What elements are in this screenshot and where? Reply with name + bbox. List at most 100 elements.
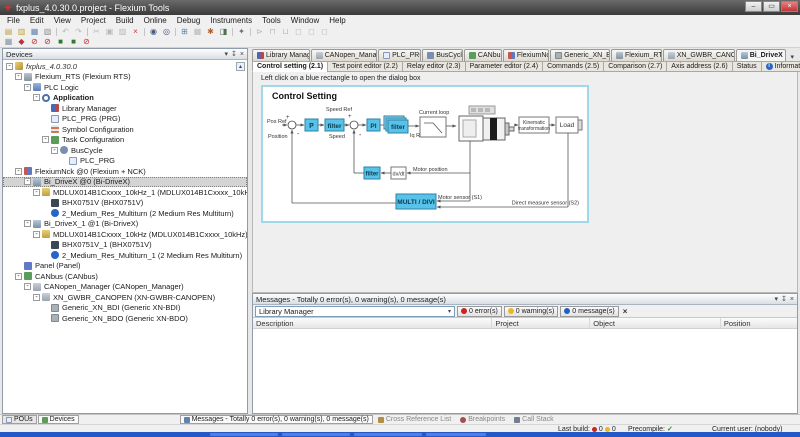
subtab-relay-editor[interactable]: Relay editor (2.3) bbox=[402, 61, 466, 72]
tree-item-bhx0751v[interactable]: BHX0751V (BHX0751V) bbox=[3, 198, 247, 209]
logout-disabled-icon[interactable]: ⊘ bbox=[41, 37, 54, 47]
redo-icon[interactable]: ↷ bbox=[72, 27, 85, 37]
messages-dropdown-icon[interactable]: ▾ bbox=[775, 295, 779, 304]
position-gain-block[interactable]: P bbox=[305, 119, 318, 131]
tree-item-plc-prg[interactable]: PLC_PRG (PRG) bbox=[3, 114, 247, 125]
expander-icon[interactable]: - bbox=[33, 231, 40, 238]
tree-item-bi-drivex-0[interactable]: -Bi_DriveX @0 (Bi-DriveX) bbox=[3, 177, 247, 188]
menu-window[interactable]: Window bbox=[286, 15, 324, 26]
tree-item-generic-xn-bdi[interactable]: Generic_XN_BDI (Generic XN-BDI) bbox=[3, 303, 247, 314]
cut-icon[interactable]: ✂ bbox=[90, 27, 103, 37]
delete-icon[interactable]: × bbox=[129, 27, 142, 37]
tree-item-mdlux-2[interactable]: -MDLUX014B1Cxxxx_10kHz (MDLUX014B1Cxxxx_… bbox=[3, 229, 247, 240]
taskbar-button[interactable] bbox=[210, 433, 278, 436]
expander-icon[interactable]: - bbox=[51, 147, 58, 154]
expander-icon[interactable]: - bbox=[33, 294, 40, 301]
devices-pin-icon[interactable]: ↧ bbox=[231, 50, 237, 59]
menu-project[interactable]: Project bbox=[76, 15, 111, 26]
subtab-commands[interactable]: Commands (2.5) bbox=[542, 61, 604, 72]
expander-icon[interactable]: - bbox=[6, 63, 13, 70]
expander-icon[interactable]: - bbox=[24, 84, 31, 91]
tree-item-medium-res-multiturn[interactable]: 2_Medium_Res_Multiturn (2 Medium Res Mul… bbox=[3, 208, 247, 219]
tab-cross-reference-list[interactable]: Cross Reference List bbox=[374, 415, 455, 424]
breakpoint-icon[interactable]: ◻ bbox=[318, 27, 331, 37]
close-button[interactable]: × bbox=[781, 1, 798, 12]
start-icon[interactable]: ■ bbox=[54, 37, 67, 47]
clear-messages-icon[interactable]: × bbox=[623, 307, 628, 316]
tree-item-flexium-rts[interactable]: -Flexium_RTS (Flexium RTS) bbox=[3, 72, 247, 83]
column-object[interactable]: Object bbox=[590, 318, 721, 328]
build-icon[interactable]: ✱ bbox=[204, 27, 217, 37]
restore-button[interactable]: ▭ bbox=[763, 1, 780, 12]
devices-dropdown-icon[interactable]: ▾ bbox=[225, 50, 229, 59]
messages-filter-button[interactable]: 0 message(s) bbox=[560, 306, 618, 317]
tree-item-bhx0751v-1[interactable]: BHX0751V_1 (BHX0751V) bbox=[3, 240, 247, 251]
minimize-button[interactable]: – bbox=[745, 1, 762, 12]
column-project[interactable]: Project bbox=[492, 318, 590, 328]
current-ref-filter-block[interactable]: filter bbox=[384, 116, 408, 133]
tree-item-panel[interactable]: Panel (Panel) bbox=[3, 261, 247, 272]
wrench-icon[interactable]: ✦ bbox=[235, 27, 248, 37]
subtab-control-setting[interactable]: Control setting (2.1) bbox=[252, 61, 328, 72]
menu-online[interactable]: Online bbox=[139, 15, 172, 26]
tree-item-symbol-configuration[interactable]: Symbol Configuration bbox=[3, 124, 247, 135]
doc-tab-buscycle[interactable]: BusCycle bbox=[422, 49, 463, 61]
subtab-axis-address[interactable]: Axis address (2.6) bbox=[666, 61, 732, 72]
expander-icon[interactable]: - bbox=[24, 220, 31, 227]
stop-icon[interactable]: ⊓ bbox=[266, 27, 279, 37]
devices-close-icon[interactable]: × bbox=[240, 50, 244, 59]
add-object-icon[interactable]: ⊞ bbox=[178, 27, 191, 37]
tab-breakpoints[interactable]: Breakpoints bbox=[456, 415, 509, 424]
menu-build[interactable]: Build bbox=[111, 15, 139, 26]
subtab-parameter-editor[interactable]: Parameter editor (2.4) bbox=[465, 61, 543, 72]
new-file-icon[interactable]: ▤ bbox=[2, 27, 15, 37]
abort-icon[interactable]: ◆ bbox=[15, 37, 28, 47]
copy-icon[interactable]: ▣ bbox=[103, 27, 116, 37]
doc-tab-canbus[interactable]: CANbus bbox=[464, 49, 502, 61]
errors-filter-button[interactable]: 0 error(s) bbox=[457, 306, 502, 317]
tree-item-library-manager[interactable]: Library Manager bbox=[3, 103, 247, 114]
expander-icon[interactable]: - bbox=[15, 273, 22, 280]
message-category-select[interactable]: Library Manager ▾ bbox=[255, 306, 455, 317]
expander-icon[interactable]: - bbox=[24, 178, 31, 185]
find-icon[interactable]: ◉ bbox=[147, 27, 160, 37]
expander-icon[interactable]: - bbox=[42, 136, 49, 143]
doc-tab-generic-xn-bdi[interactable]: Generic_XN_BDI bbox=[550, 49, 610, 61]
tab-devices[interactable]: Devices bbox=[38, 415, 79, 424]
subtab-test-point-editor[interactable]: Test point editor (2.2) bbox=[327, 61, 403, 72]
column-position[interactable]: Position bbox=[721, 318, 797, 328]
tree-item-buscycle-plc-prg[interactable]: PLC_PRG bbox=[3, 156, 247, 167]
doc-tab-plc-prg[interactable]: PLC_PRG bbox=[378, 49, 421, 61]
multi-divi-block[interactable]: MULTI / DIVI bbox=[396, 194, 436, 209]
doc-tab-flexiumnck[interactable]: FlexiumNck bbox=[503, 49, 549, 61]
archive-icon[interactable]: ▦ bbox=[2, 37, 15, 47]
tree-item-task-configuration[interactable]: -Task Configuration bbox=[3, 135, 247, 146]
tab-overflow-icon[interactable]: ▾ bbox=[787, 53, 799, 61]
reset-disabled-icon[interactable]: ⊘ bbox=[80, 37, 93, 47]
tree-item-medium-res-multiturn-1[interactable]: 2_Medium_Res_Multiturn_1 (2 Medium Res M… bbox=[3, 250, 247, 261]
tree-item-xn-gwbr-canopen[interactable]: -XN_GWBR_CANOPEN (XN-GWBR-CANOPEN) bbox=[3, 292, 247, 303]
tree-item-plc-logic[interactable]: -PLC Logic bbox=[3, 82, 247, 93]
find-next-icon[interactable]: ◎ bbox=[160, 27, 173, 37]
doc-tab-bi-drivex[interactable]: Bi_DriveXx bbox=[736, 49, 786, 61]
edit-object-icon[interactable]: ▦ bbox=[191, 27, 204, 37]
step-out-icon[interactable]: ◻ bbox=[305, 27, 318, 37]
menu-help[interactable]: Help bbox=[324, 15, 350, 26]
menu-edit[interactable]: Edit bbox=[25, 15, 49, 26]
expander-icon[interactable]: - bbox=[24, 283, 31, 290]
tree-item-generic-xn-bdo[interactable]: Generic_XN_BDO (Generic XN-BDO) bbox=[3, 313, 247, 324]
tree-item-project-root[interactable]: -fxplus_4.0.30.0 bbox=[3, 61, 247, 72]
menu-debug[interactable]: Debug bbox=[172, 15, 206, 26]
subtab-status[interactable]: Status bbox=[732, 61, 762, 72]
messages-pin-icon[interactable]: ↧ bbox=[781, 295, 787, 304]
subtab-information[interactable]: iInformation bbox=[761, 61, 800, 72]
taskbar-button[interactable] bbox=[282, 433, 350, 436]
doc-tab-canopen-manager[interactable]: CANopen_Manager bbox=[311, 49, 377, 61]
open-icon[interactable]: ▥ bbox=[15, 27, 28, 37]
menu-tools[interactable]: Tools bbox=[257, 15, 286, 26]
menu-instruments[interactable]: Instruments bbox=[205, 15, 257, 26]
subtab-comparison[interactable]: Comparison (2.7) bbox=[603, 61, 667, 72]
expander-icon[interactable]: - bbox=[15, 73, 22, 80]
tree-item-flexiumnck[interactable]: -FlexiumNck @0 (Flexium + NCK) bbox=[3, 166, 247, 177]
tab-pous[interactable]: POUs bbox=[2, 415, 37, 424]
